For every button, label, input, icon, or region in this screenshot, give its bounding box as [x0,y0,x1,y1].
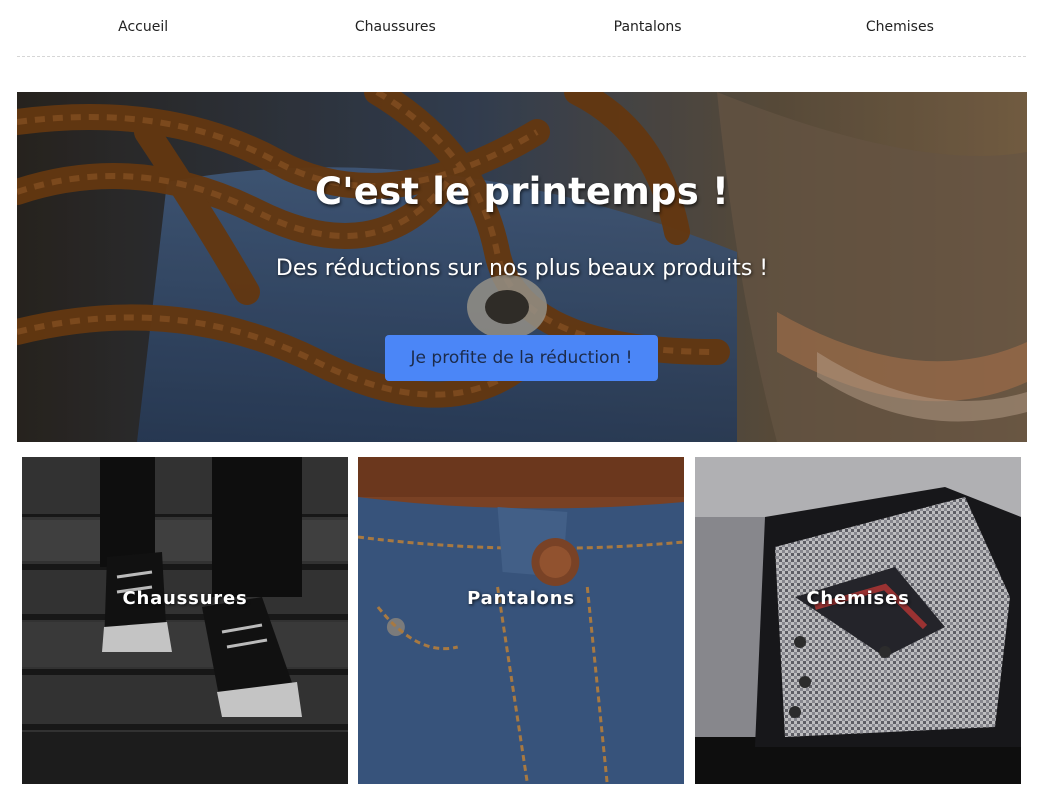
nav-item-accueil[interactable]: Accueil [17,0,269,56]
hero-title: C'est le printemps ! [314,170,730,213]
category-card-pantalons[interactable]: Pantalons [358,457,684,784]
nav-item-pantalons[interactable]: Pantalons [522,0,774,56]
category-label-chaussures: Chaussures [122,588,248,609]
hero-banner: C'est le printemps ! Des réductions sur … [17,92,1027,442]
shirts-image [695,457,1021,784]
hero-content: C'est le printemps ! Des réductions sur … [17,92,1027,442]
category-card-chaussures[interactable]: Chaussures [22,457,348,784]
pants-image [358,457,684,784]
nav-item-chemises[interactable]: Chemises [774,0,1026,56]
category-label-chemises: Chemises [806,588,910,609]
shoes-image [22,457,348,784]
main-nav: Accueil Chaussures Pantalons Chemises [17,0,1026,57]
category-card-chemises[interactable]: Chemises [695,457,1021,784]
nav-item-chaussures[interactable]: Chaussures [269,0,521,56]
category-label-pantalons: Pantalons [467,588,575,609]
discount-cta-button[interactable]: Je profite de la réduction ! [385,335,658,381]
hero-subtitle: Des réductions sur nos plus beaux produi… [275,256,769,281]
